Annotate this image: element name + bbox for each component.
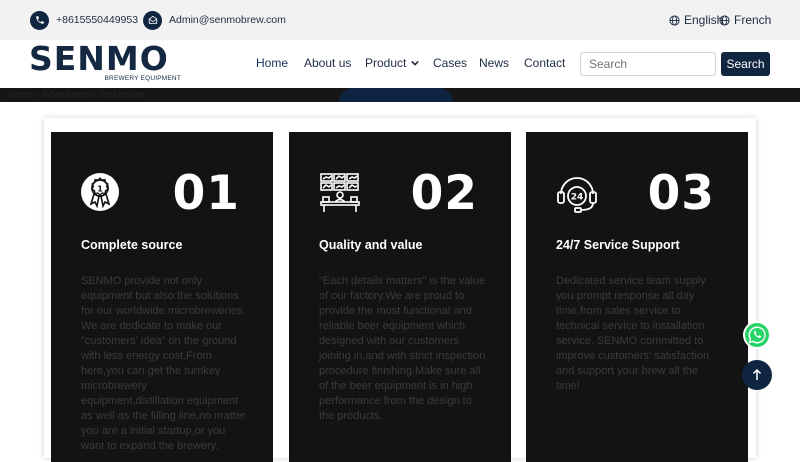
nav-home[interactable]: Home [256, 56, 288, 70]
senmo-logo[interactable]: SENMO BREWERY EQUIPMENT [29, 39, 181, 82]
hero-band-tab [339, 88, 453, 102]
language-label: French [734, 13, 772, 27]
back-to-top-button[interactable] [742, 360, 772, 390]
globe-icon [719, 14, 730, 26]
breadcrumb: Home > Advantages > Technology [8, 89, 145, 99]
nav-contact[interactable]: Contact [524, 56, 565, 70]
language-label: English [684, 13, 724, 27]
search-button[interactable]: Search [721, 52, 770, 76]
feature-card-service-support: 24 03 24/7 Service Support Dedicated ser… [526, 132, 748, 462]
feature-number: 01 [172, 166, 240, 221]
feature-number: 03 [647, 166, 715, 221]
feature-description: SENMO provide not only equipment but als… [81, 275, 246, 452]
language-english[interactable]: English [669, 13, 723, 27]
svg-text:1: 1 [97, 185, 103, 194]
whatsapp-icon [745, 323, 769, 347]
chevron-down-icon [411, 60, 420, 66]
whatsapp-button[interactable] [743, 321, 771, 349]
feature-title: Quality and value [319, 238, 423, 252]
feature-description: "Each details matters" is the value of o… [319, 275, 486, 422]
globe-icon [669, 14, 680, 26]
control-room-icon [319, 172, 363, 216]
award-medal-icon: 1 [80, 172, 124, 216]
email-contact[interactable]: Admin@senmobrew.com [143, 10, 286, 30]
feature-card-complete-source: 1 01 Complete source SENMO provide not o… [51, 132, 273, 462]
email-address: Admin@senmobrew.com [169, 14, 286, 26]
nav-cases[interactable]: Cases [433, 56, 467, 70]
search-input[interactable] [580, 52, 716, 76]
nav-news[interactable]: News [479, 56, 509, 70]
phone-icon [30, 10, 49, 30]
arrow-up-icon [752, 369, 762, 380]
feature-number: 02 [410, 166, 478, 221]
language-french[interactable]: French [719, 13, 771, 27]
phone-contact[interactable]: +8615550449953 [30, 10, 138, 30]
nav-about-us[interactable]: About us [304, 56, 351, 70]
svg-text:24: 24 [571, 193, 584, 203]
nav-product[interactable]: Product [365, 56, 420, 70]
support-headset-icon: 24 [555, 172, 599, 216]
feature-card-quality-value: 02 Quality and value "Each details matte… [289, 132, 511, 462]
phone-number: +8615550449953 [56, 14, 139, 26]
feature-title: 24/7 Service Support [556, 238, 680, 252]
feature-title: Complete source [81, 238, 183, 252]
feature-description: Dedicated service team supply you prompt… [556, 275, 710, 392]
email-icon [143, 10, 162, 30]
nav-product-label: Product [365, 56, 407, 70]
logo-wordmark: SENMO [29, 39, 169, 78]
